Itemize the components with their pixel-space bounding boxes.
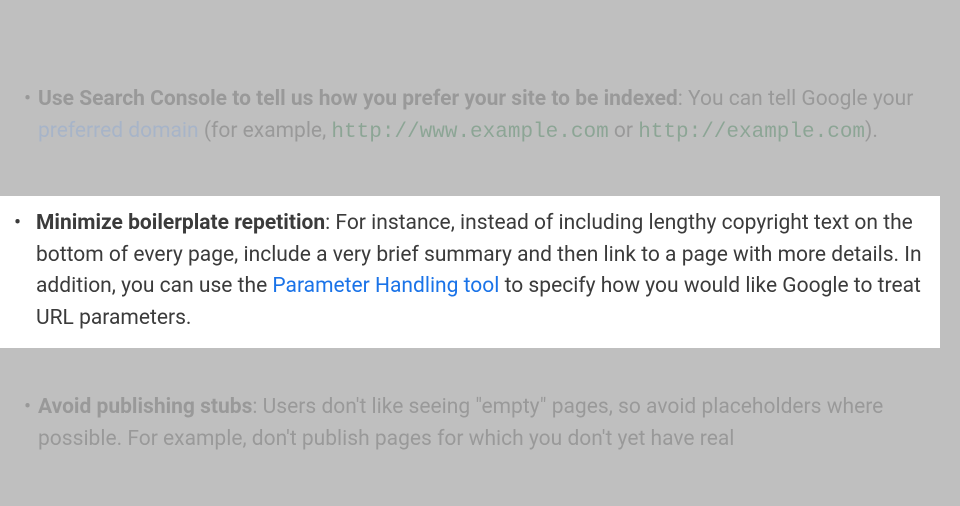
list-item: Minimize boilerplate repetition: For ins… xyxy=(0,208,934,334)
list-item: Avoid publishing stubs: Users don't like… xyxy=(0,392,930,455)
item1-text: : You can tell Google your xyxy=(678,87,914,111)
item3-title: Avoid publishing stubs xyxy=(38,395,252,419)
highlighted-item: Minimize boilerplate repetition: For ins… xyxy=(0,196,940,348)
item1-text3: or xyxy=(609,119,639,143)
item1-title: Use Search Console to tell us how you pr… xyxy=(38,87,678,111)
item2-title: Minimize boilerplate repetition xyxy=(36,211,325,235)
url-example-2: http://example.com xyxy=(638,121,865,144)
item1-text4: ). xyxy=(865,119,878,143)
url-example-1: http://www.example.com xyxy=(331,121,608,144)
item1-text2: (for example, xyxy=(199,119,332,143)
parameter-handling-link[interactable]: Parameter Handling tool xyxy=(272,274,499,298)
list-item: Use Search Console to tell us how you pr… xyxy=(0,84,930,148)
preferred-domain-link[interactable]: preferred domain xyxy=(38,119,199,143)
